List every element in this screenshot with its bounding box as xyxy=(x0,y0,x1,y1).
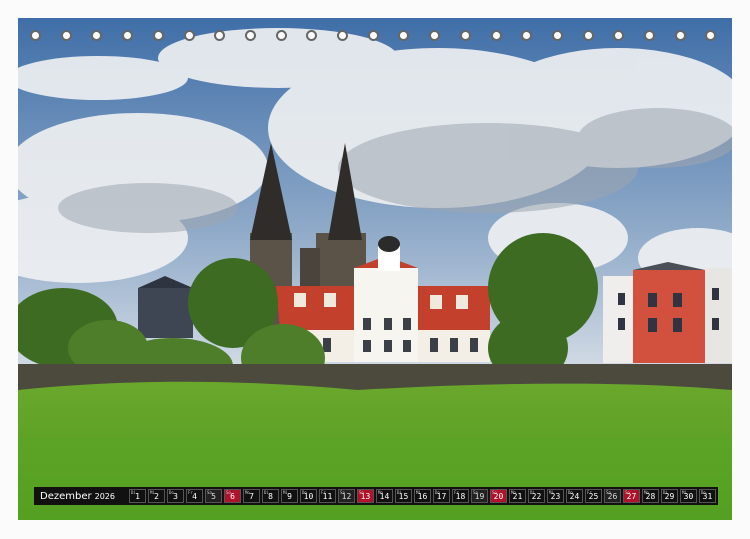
calendar-bar: Dezember 2026 Di 1 Mi 2 Do 3 Fr 4 Sa 5 So 6 Mo 7 Di 8 Mi 9… xyxy=(34,487,718,505)
calendar-day: Sa 12 xyxy=(338,489,355,503)
weekday-label: Di xyxy=(663,490,668,495)
binding-ring-icon xyxy=(551,30,563,41)
weekday-label: Mi xyxy=(549,490,554,495)
binding-ring-icon xyxy=(244,30,256,41)
weekday-label: Do xyxy=(302,490,307,495)
binding-ring-icon xyxy=(613,30,625,41)
calendar-day: Mi 16 xyxy=(414,489,431,503)
calendar-day: Mi 2 xyxy=(148,489,165,503)
weekday-label: Mi xyxy=(682,490,687,495)
weekday-label: Sa xyxy=(606,490,611,495)
weekday-label: Mo xyxy=(511,490,516,495)
weekday-label: Di xyxy=(397,490,402,495)
calendar-day: Sa 5 xyxy=(205,489,222,503)
binding-ring-icon xyxy=(275,30,287,41)
calendar-day: Di 8 xyxy=(262,489,279,503)
calendar-page: Dezember 2026 Di 1 Mi 2 Do 3 Fr 4 Sa 5 So 6 Mo 7 Di 8 Mi 9… xyxy=(0,0,750,539)
calendar-day: Do 3 xyxy=(167,489,184,503)
landscape-photo xyxy=(18,18,732,520)
calendar-day: Mi 30 xyxy=(680,489,697,503)
weekday-label: Di xyxy=(264,490,269,495)
binding-ring-icon xyxy=(306,30,318,41)
month-label: Dezember xyxy=(40,490,92,502)
binding-ring-icon xyxy=(91,30,103,41)
weekday-label: So xyxy=(359,490,364,495)
weekday-label: Mo xyxy=(644,490,649,495)
binding-ring-icon xyxy=(60,30,72,41)
year-label: 2026 xyxy=(94,491,115,501)
binding-ring-icon xyxy=(705,30,717,41)
binding-ring-icon xyxy=(582,30,594,41)
binding-ring-icon xyxy=(337,30,348,41)
calendar-day: Di 22 xyxy=(528,489,545,503)
binding-ring-icon xyxy=(490,30,502,41)
binding-ring-icon xyxy=(367,30,379,41)
binding-ring-icon xyxy=(30,30,41,41)
calendar-day: Di 15 xyxy=(395,489,412,503)
binding-ring-icon xyxy=(521,30,533,41)
calendar-day: So 6 xyxy=(224,489,241,503)
calendar-day: Do 17 xyxy=(433,489,450,503)
binding-ring-icon xyxy=(183,30,195,41)
weekday-label: Di xyxy=(131,490,136,495)
binding-ring-icon xyxy=(644,30,655,41)
weekday-label: Sa xyxy=(340,490,345,495)
weekday-label: So xyxy=(492,490,497,495)
binding-ring-icon xyxy=(122,30,134,41)
calendar-day: Mo 7 xyxy=(243,489,260,503)
calendar-day: So 13 xyxy=(357,489,374,503)
calendar-day: Mi 23 xyxy=(547,489,564,503)
calendar-day: Do 24 xyxy=(566,489,583,503)
binding-ring-icon xyxy=(674,30,686,41)
binding-ring-icon xyxy=(398,30,410,41)
binding-ring-icon xyxy=(214,30,226,41)
weekday-label: Do xyxy=(435,490,440,495)
weekday-label: Do xyxy=(568,490,573,495)
weekday-label: Fr xyxy=(587,490,592,495)
calendar-day: So 20 xyxy=(490,489,507,503)
weekday-label: Sa xyxy=(207,490,212,495)
weekday-label: So xyxy=(226,490,231,495)
calendar-day: Mo 21 xyxy=(509,489,526,503)
weekday-label: Sa xyxy=(473,490,478,495)
calendar-day: Di 29 xyxy=(661,489,678,503)
calendar-photo xyxy=(18,18,732,520)
weekday-label: Mi xyxy=(150,490,155,495)
binding-ring-icon xyxy=(459,30,471,41)
calendar-day: Sa 26 xyxy=(604,489,621,503)
weekday-label: Di xyxy=(530,490,535,495)
calendar-day: Mo 14 xyxy=(376,489,393,503)
weekday-label: Mo xyxy=(378,490,383,495)
calendar-day: Di 1 xyxy=(129,489,146,503)
calendar-day: Sa 19 xyxy=(471,489,488,503)
weekday-label: Fr xyxy=(321,490,326,495)
weekday-label: Mo xyxy=(245,490,250,495)
day-strip: Di 1 Mi 2 Do 3 Fr 4 Sa 5 So 6 Mo 7 Di 8 Mi 9 Do 10 Fr 11 Sa 12 S… xyxy=(129,489,716,503)
binding-ring-icon xyxy=(152,30,164,41)
weekday-label: Fr xyxy=(188,490,193,495)
calendar-day: Do 31 xyxy=(699,489,716,503)
weekday-label: Fr xyxy=(454,490,459,495)
calendar-day: Fr 11 xyxy=(319,489,336,503)
weekday-label: Mi xyxy=(283,490,288,495)
calendar-day: Mo 28 xyxy=(642,489,659,503)
binding-ring-icon xyxy=(429,30,441,41)
calendar-day: Do 10 xyxy=(300,489,317,503)
calendar-month-title: Dezember 2026 xyxy=(36,491,127,502)
weekday-label: So xyxy=(625,490,630,495)
calendar-day: So 27 xyxy=(623,489,640,503)
calendar-day: Fr 25 xyxy=(585,489,602,503)
calendar-day: Fr 18 xyxy=(452,489,469,503)
weekday-label: Do xyxy=(701,490,706,495)
binding-rings xyxy=(18,30,732,50)
calendar-day: Fr 4 xyxy=(186,489,203,503)
calendar-day: Mi 9 xyxy=(281,489,298,503)
weekday-label: Mi xyxy=(416,490,421,495)
weekday-label: Do xyxy=(169,490,174,495)
